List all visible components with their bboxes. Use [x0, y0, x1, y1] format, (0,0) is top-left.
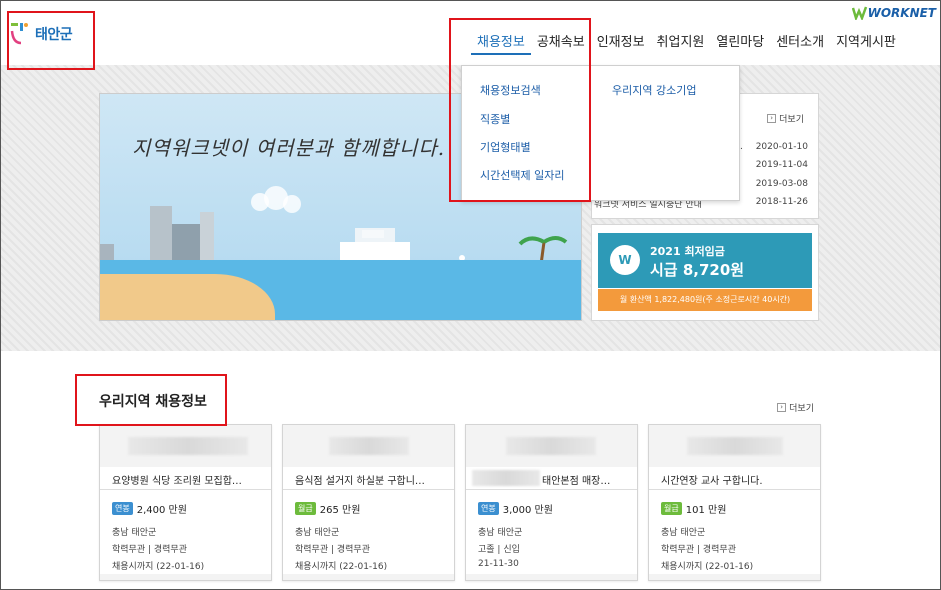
menu-item-by-company-type[interactable]: 기업형태별 — [480, 139, 531, 155]
job-title: 요양병원 식당 조리원 모집합… — [112, 476, 242, 487]
requirements: 고졸 | 신입 — [478, 545, 520, 555]
card-footer — [100, 574, 271, 580]
menu-item-search[interactable]: 채용정보검색 — [480, 82, 541, 98]
card-footer — [283, 574, 454, 580]
company-area — [100, 425, 271, 467]
blurred-company-name — [329, 437, 409, 455]
pay-type-badge: 월급 — [661, 502, 682, 515]
blurred-company-name — [687, 437, 783, 455]
card-footer — [649, 574, 820, 580]
sand — [100, 274, 275, 320]
requirements: 학력무관 | 경력무관 — [112, 545, 187, 555]
pay-type-badge: 연봉 — [112, 502, 133, 515]
browser-frame: 태안군 WORKNET 채용정보 공채속보 인재정보 취업지원 열린마당 센터소… — [0, 0, 941, 590]
nav-local-board[interactable]: 지역게시판 — [830, 31, 902, 55]
worknet-logo[interactable]: WORKNET — [851, 6, 936, 20]
nav-recruit-info[interactable]: 채용정보 — [471, 31, 531, 55]
job-title: 음식점 설거지 하실분 구합니… — [295, 476, 425, 487]
salary: 월급 101 만원 — [661, 501, 726, 516]
company-area — [649, 425, 820, 467]
blurred-company-name — [128, 437, 248, 455]
salary: 월급 265 만원 — [295, 501, 360, 516]
jobs-more-link[interactable]: › 더보기 — [777, 401, 814, 414]
main-nav: 채용정보 공채속보 인재정보 취업지원 열린마당 센터소개 지역게시판 — [471, 31, 902, 55]
divider — [100, 489, 271, 490]
nav-center-intro[interactable]: 센터소개 — [770, 31, 830, 55]
company-area — [466, 425, 637, 467]
won-coin-icon: W — [610, 245, 640, 275]
region: 충남 태안군 — [661, 528, 706, 538]
wage-monthly: 월 환산액 1,822,480원(주 소정근로시간 40시간) — [598, 289, 812, 311]
logo-text: 태안군 — [35, 27, 73, 43]
company-area — [283, 425, 454, 467]
job-title: 태안본점 매장… — [542, 476, 611, 487]
region: 충남 태안군 — [478, 528, 523, 538]
requirements: 학력무관 | 경력무관 — [295, 545, 370, 555]
taean-logo-icon — [10, 23, 28, 45]
recruit-dropdown-menu: 채용정보검색 직종별 기업형태별 시간선택제 일자리 우리지역 강소기업 — [461, 65, 740, 201]
wage-box: W 2021 최저임금 시급 8,720원 — [598, 233, 812, 288]
job-card[interactable]: 요양병원 식당 조리원 모집합… 연봉 2,400 만원 충남 태안군 학력무관… — [99, 424, 272, 581]
wage-title: 2021 최저임금 — [650, 245, 725, 258]
divider — [466, 489, 637, 490]
worknet-text: WORKNET — [867, 6, 936, 20]
nav-talent-info[interactable]: 인재정보 — [591, 31, 651, 55]
site-logo[interactable]: 태안군 — [9, 21, 73, 47]
deadline: 채용시까지 (22-01-16) — [295, 562, 388, 572]
section-title-local-jobs: 우리지역 채용정보 — [99, 394, 207, 410]
wage-value: 시급 8,720원 — [650, 261, 745, 279]
job-card[interactable]: 시간연장 교사 구합니다. 월급 101 만원 충남 태안군 학력무관 | 경력… — [648, 424, 821, 581]
nav-job-support[interactable]: 취업지원 — [651, 31, 711, 55]
divider — [649, 489, 820, 490]
divider — [283, 489, 454, 490]
salary: 연봉 2,400 만원 — [112, 501, 187, 516]
requirements: 학력무관 | 경력무관 — [661, 545, 736, 555]
arrow-right-icon: › — [777, 403, 787, 412]
region: 충남 태안군 — [112, 528, 157, 538]
deadline: 채용시까지 (22-01-16) — [112, 562, 205, 572]
blurred-company-name — [506, 437, 596, 455]
minimum-wage-banner[interactable]: W 2021 최저임금 시급 8,720원 월 환산액 1,822,480원(주… — [591, 224, 819, 321]
job-card[interactable]: 태안본점 매장… 연봉 3,000 만원 충남 태안군 고졸 | 신입 21-1… — [465, 424, 638, 581]
deadline: 채용시까지 (22-01-16) — [661, 562, 754, 572]
blurred-title-prefix — [472, 470, 540, 486]
arrow-right-icon: › — [767, 114, 777, 123]
menu-item-part-time[interactable]: 시간선택제 일자리 — [480, 167, 564, 183]
pay-type-badge: 월급 — [295, 502, 316, 515]
job-title: 시간연장 교사 구합니다. — [661, 476, 763, 487]
card-footer — [466, 574, 637, 580]
menu-item-by-job[interactable]: 직종별 — [480, 111, 510, 127]
notice-more-link[interactable]: › 더보기 — [767, 112, 804, 125]
nav-public-recruit[interactable]: 공채속보 — [531, 31, 591, 55]
site-header: 태안군 WORKNET 채용정보 공채속보 인재정보 취업지원 열린마당 센터소… — [1, 1, 940, 65]
deadline: 21-11-30 — [478, 559, 519, 569]
region: 충남 태안군 — [295, 528, 340, 538]
worknet-mark-icon — [851, 6, 867, 20]
salary: 연봉 3,000 만원 — [478, 501, 553, 516]
pay-type-badge: 연봉 — [478, 502, 499, 515]
menu-item-local-strong-company[interactable]: 우리지역 강소기업 — [612, 82, 696, 98]
nav-open-forum[interactable]: 열린마당 — [710, 31, 770, 55]
job-card[interactable]: 음식점 설거지 하실분 구합니… 월급 265 만원 충남 태안군 학력무관 |… — [282, 424, 455, 581]
